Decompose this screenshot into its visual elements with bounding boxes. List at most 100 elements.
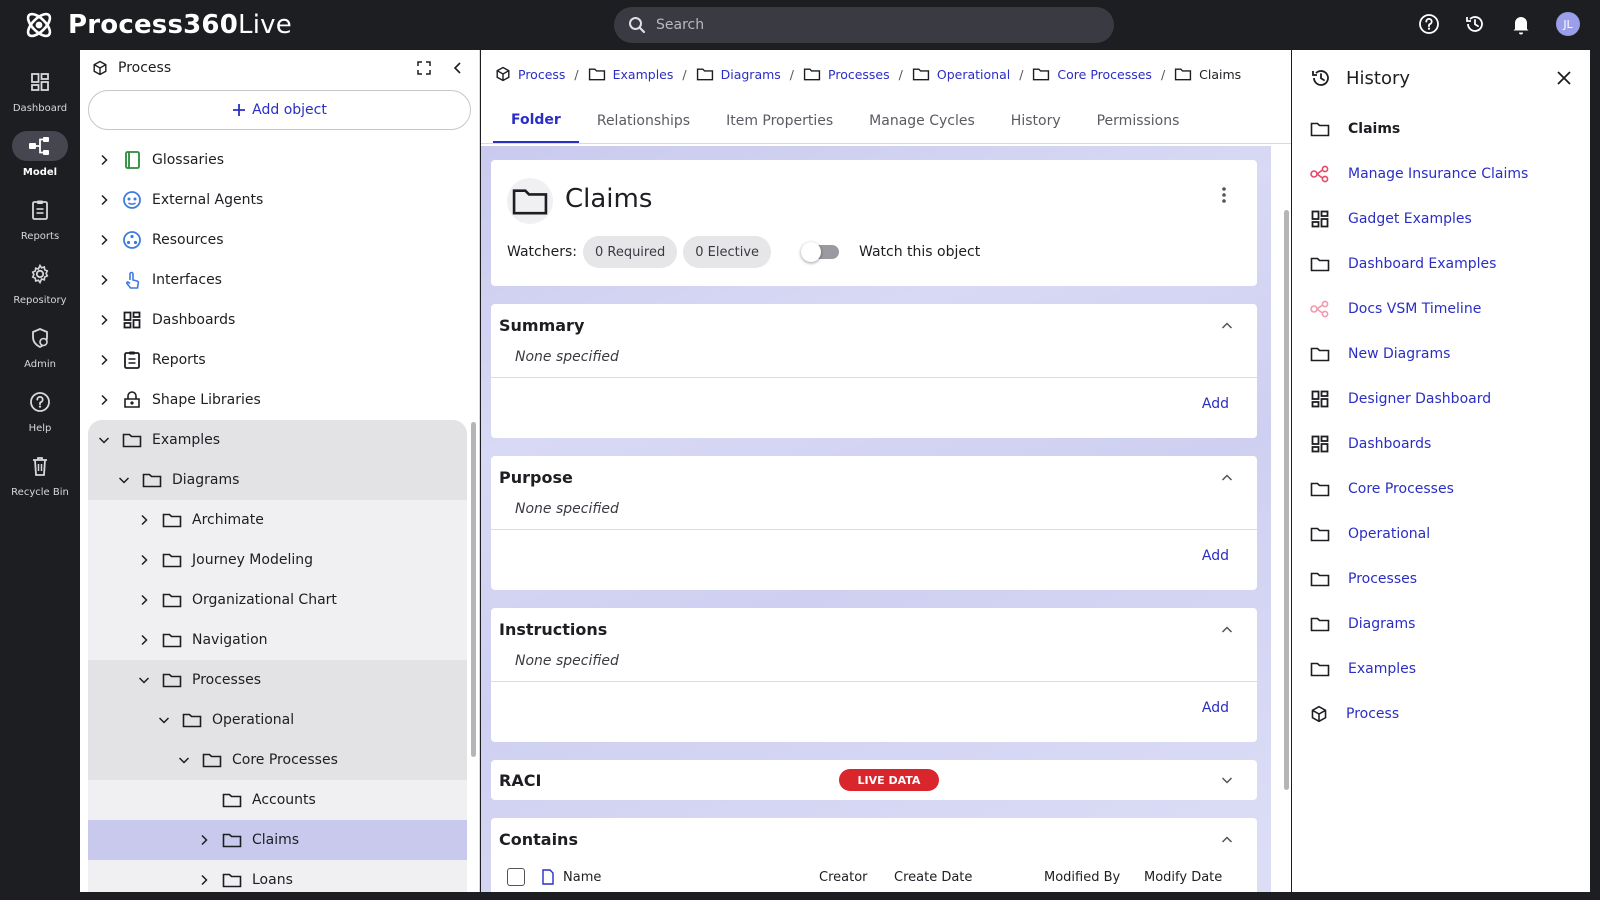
- summary-add-button[interactable]: Add: [1202, 396, 1229, 412]
- rail-dashboard[interactable]: Dashboard: [0, 58, 80, 122]
- watch-toggle[interactable]: [801, 242, 840, 262]
- history-item[interactable]: Processes: [1292, 556, 1590, 601]
- column-create-date[interactable]: Create Date: [894, 870, 1044, 885]
- chevron-down-icon[interactable]: [1221, 775, 1233, 785]
- user-avatar[interactable]: JL: [1556, 12, 1580, 36]
- tree-item-reports[interactable]: Reports: [80, 340, 479, 380]
- tree-item-navigation[interactable]: Navigation: [88, 620, 467, 660]
- notifications-bell-icon[interactable]: [1510, 13, 1532, 35]
- breadcrumb-item[interactable]: Examples: [588, 67, 673, 82]
- tree-item-diagrams[interactable]: Diagrams: [88, 460, 467, 500]
- chevron-up-icon[interactable]: [1221, 473, 1233, 483]
- rail-recycle-bin[interactable]: Recycle Bin: [0, 442, 80, 506]
- history-item[interactable]: Operational: [1292, 511, 1590, 556]
- history-item[interactable]: Core Processes: [1292, 466, 1590, 511]
- instructions-add-button[interactable]: Add: [1202, 700, 1229, 716]
- purpose-add-button[interactable]: Add: [1202, 548, 1229, 564]
- history-item[interactable]: Dashboard Examples: [1292, 241, 1590, 286]
- chevron-up-icon[interactable]: [1221, 321, 1233, 331]
- history-item[interactable]: Examples: [1292, 646, 1590, 691]
- chevron-right-icon[interactable]: [199, 874, 209, 886]
- tree-item-interfaces[interactable]: Interfaces: [80, 260, 479, 300]
- tree-item-operational[interactable]: Operational: [88, 700, 467, 740]
- breadcrumb-item[interactable]: Operational: [912, 67, 1010, 82]
- tab-manage-cycles[interactable]: Manage Cycles: [851, 98, 993, 143]
- main-scrollbar[interactable]: [1284, 210, 1289, 790]
- close-icon[interactable]: [1556, 70, 1572, 86]
- tree-item-loans[interactable]: Loans: [88, 860, 467, 892]
- search-input[interactable]: [656, 17, 1096, 33]
- chevron-right-icon[interactable]: [99, 354, 109, 366]
- tree-item-glossaries[interactable]: Glossaries: [80, 140, 479, 180]
- chevron-right-icon[interactable]: [139, 554, 149, 566]
- chevron-right-icon[interactable]: [139, 594, 149, 606]
- tree-item-processes[interactable]: Processes: [88, 660, 467, 700]
- chevron-up-icon[interactable]: [1221, 835, 1233, 845]
- history-item[interactable]: New Diagrams: [1292, 331, 1590, 376]
- chevron-right-icon[interactable]: [99, 234, 109, 246]
- tree-item-accounts[interactable]: Accounts: [88, 780, 467, 820]
- chevron-down-icon[interactable]: [158, 715, 170, 725]
- column-modified-by[interactable]: Modified By: [1044, 870, 1144, 885]
- chevron-down-icon[interactable]: [98, 435, 110, 445]
- elective-watchers-chip[interactable]: 0 Elective: [683, 236, 772, 268]
- tree-item-shape-libraries[interactable]: Shape Libraries: [80, 380, 479, 420]
- tree-item-external-agents[interactable]: External Agents: [80, 180, 479, 220]
- tree-scrollbar[interactable]: [471, 422, 476, 757]
- breadcrumb-item[interactable]: Processes: [803, 67, 890, 82]
- chevron-right-icon[interactable]: [99, 154, 109, 166]
- history-item[interactable]: Diagrams: [1292, 601, 1590, 646]
- chevron-right-icon[interactable]: [99, 314, 109, 326]
- collapse-panel-icon[interactable]: [449, 61, 467, 75]
- history-item[interactable]: Claims: [1292, 106, 1590, 151]
- chevron-down-icon[interactable]: [118, 475, 130, 485]
- history-item[interactable]: Process: [1292, 691, 1590, 736]
- history-item[interactable]: Designer Dashboard: [1292, 376, 1590, 421]
- app-logo[interactable]: Process360Live: [22, 8, 292, 42]
- help-icon[interactable]: [1418, 13, 1440, 35]
- chevron-right-icon[interactable]: [99, 194, 109, 206]
- tab-item-properties[interactable]: Item Properties: [708, 98, 851, 143]
- tree-item-dashboards[interactable]: Dashboards: [80, 300, 479, 340]
- tree-item-claims[interactable]: Claims: [88, 820, 467, 860]
- history-item[interactable]: Dashboards: [1292, 421, 1590, 466]
- tab-history[interactable]: History: [993, 98, 1079, 143]
- tab-folder[interactable]: Folder: [493, 98, 579, 143]
- rail-reports[interactable]: Reports: [0, 186, 80, 250]
- tab-relationships[interactable]: Relationships: [579, 98, 708, 143]
- raci-section[interactable]: RACI LIVE DATA: [491, 760, 1257, 800]
- breadcrumb-item[interactable]: Core Processes: [1032, 67, 1152, 82]
- chevron-right-icon[interactable]: [199, 834, 209, 846]
- breadcrumb-root[interactable]: Process: [495, 66, 565, 82]
- more-options-icon[interactable]: [1221, 186, 1227, 204]
- history-item[interactable]: Docs VSM Timeline: [1292, 286, 1590, 331]
- column-modify-date[interactable]: Modify Date: [1144, 870, 1222, 885]
- tree-item-organizational-chart[interactable]: Organizational Chart: [88, 580, 467, 620]
- rail-admin[interactable]: Admin: [0, 314, 80, 378]
- tree-item-archimate[interactable]: Archimate: [88, 500, 467, 540]
- recent-history-icon[interactable]: [1464, 13, 1486, 35]
- rail-model[interactable]: Model: [0, 122, 80, 186]
- chevron-up-icon[interactable]: [1221, 625, 1233, 635]
- tree-item-resources[interactable]: Resources: [80, 220, 479, 260]
- history-item[interactable]: Manage Insurance Claims: [1292, 151, 1590, 196]
- add-object-button[interactable]: Add object: [88, 90, 471, 130]
- tree-item-journey-modeling[interactable]: Journey Modeling: [88, 540, 467, 580]
- chevron-down-icon[interactable]: [178, 755, 190, 765]
- chevron-right-icon[interactable]: [139, 514, 149, 526]
- rail-help[interactable]: Help: [0, 378, 80, 442]
- chevron-right-icon[interactable]: [99, 394, 109, 406]
- column-creator[interactable]: Creator: [819, 870, 894, 885]
- tree-item-examples[interactable]: Examples: [88, 420, 467, 460]
- search-bar[interactable]: [614, 7, 1114, 43]
- breadcrumb-item[interactable]: Diagrams: [696, 67, 781, 82]
- tree-item-core-processes[interactable]: Core Processes: [88, 740, 467, 780]
- select-all-checkbox[interactable]: [507, 868, 525, 886]
- rail-repository[interactable]: Repository: [0, 250, 80, 314]
- required-watchers-chip[interactable]: 0 Required: [582, 236, 678, 268]
- fullscreen-icon[interactable]: [417, 61, 431, 75]
- chevron-right-icon[interactable]: [99, 274, 109, 286]
- history-item[interactable]: Gadget Examples: [1292, 196, 1590, 241]
- column-name[interactable]: Name: [563, 870, 819, 885]
- chevron-down-icon[interactable]: [138, 675, 150, 685]
